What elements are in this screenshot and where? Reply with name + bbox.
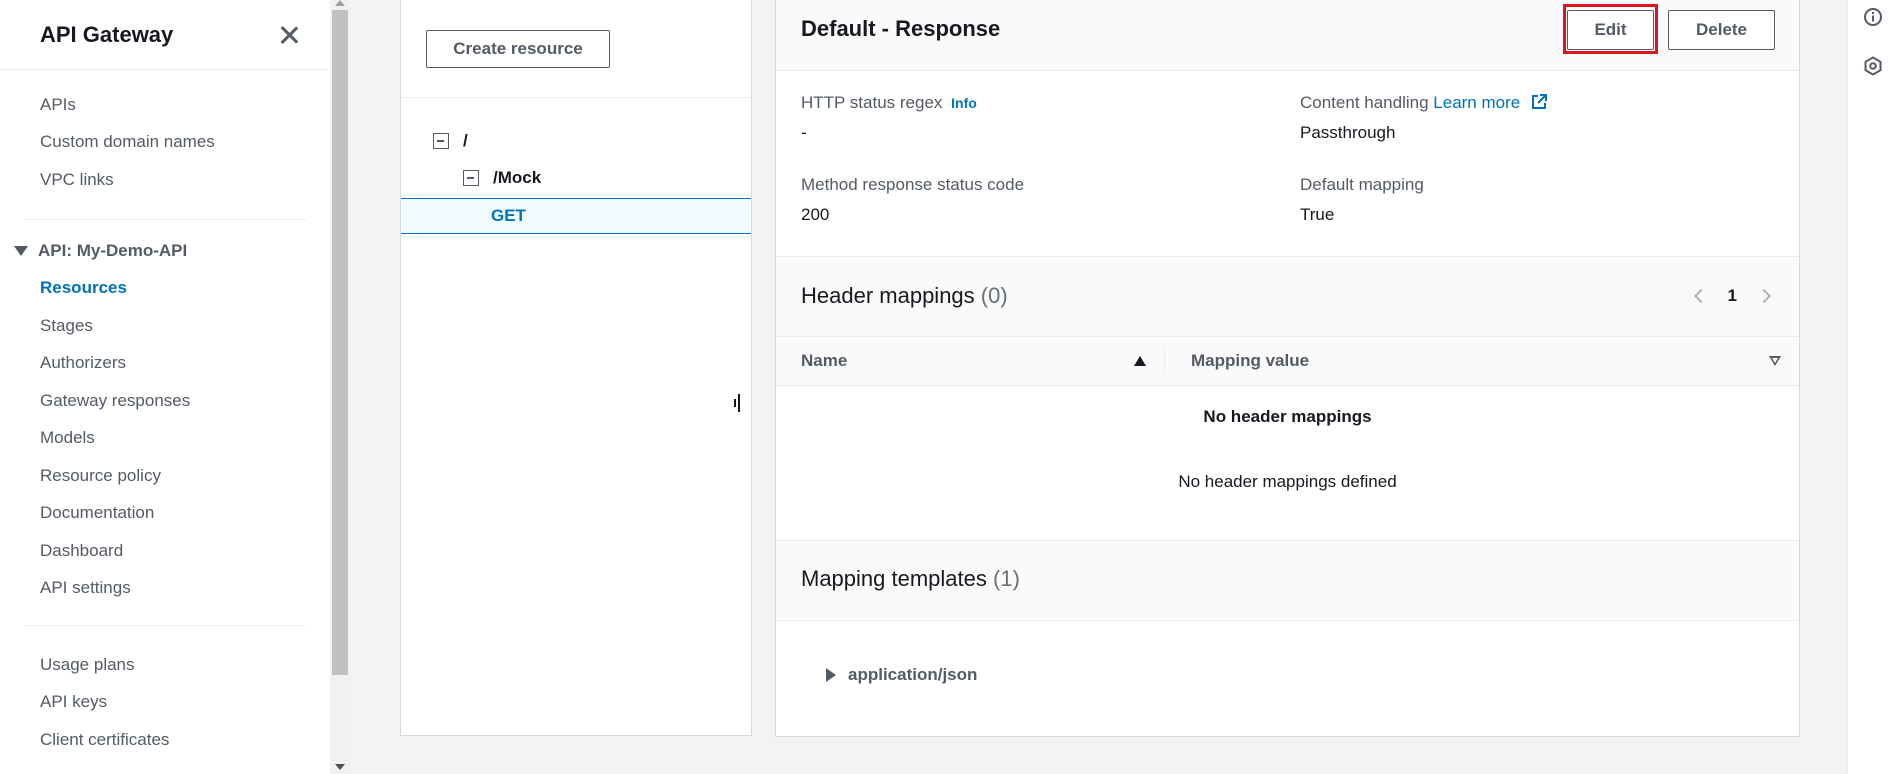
resize-handle-icon[interactable] (734, 394, 740, 412)
header-mappings-title: Header mappings (0) (801, 283, 1008, 309)
http-status-regex-label: HTTP status regex Info (801, 93, 977, 113)
column-header-name[interactable]: Name (801, 351, 847, 371)
sidebar-divider (24, 625, 306, 626)
empty-state-title: No header mappings (1203, 407, 1372, 426)
scroll-thumb[interactable] (332, 10, 348, 675)
table-header: Name Mapping value (776, 337, 1799, 386)
nav-group-main: APIs Custom domain names VPC links (0, 70, 330, 215)
api-section-toggle[interactable]: API: My-Demo-API (0, 232, 330, 270)
sidebar-item-models[interactable]: Models (0, 420, 330, 458)
api-section-label: API: My-Demo-API (38, 240, 188, 260)
chevron-left-icon[interactable] (1693, 288, 1708, 304)
mapping-templates-count: (1) (993, 566, 1020, 591)
learn-more-link[interactable]: Learn more (1433, 93, 1547, 112)
header-mappings-header: Header mappings (0) 1 (776, 256, 1799, 337)
mapping-templates-header: Mapping templates (1) (776, 540, 1799, 621)
nav-group-usage: Usage plans API keys Client certificates (0, 630, 330, 774)
collapse-icon[interactable] (463, 170, 479, 186)
sort-ascending-icon[interactable] (1134, 356, 1146, 366)
page-title: Default - Response (801, 16, 1001, 41)
resource-tree-panel: Create resource / /Mock GET (400, 0, 752, 736)
info-icon[interactable] (1863, 7, 1883, 27)
tree-node-get-method[interactable]: GET (491, 206, 526, 226)
sidebar-item-vpc-links[interactable]: VPC links (0, 161, 330, 199)
page-number[interactable]: 1 (1728, 286, 1737, 306)
caret-down-icon (14, 245, 28, 256)
sort-descending-icon[interactable] (1769, 356, 1781, 366)
sidebar-item-api-keys[interactable]: API keys (0, 684, 330, 722)
sidebar-item-dashboard[interactable]: Dashboard (0, 532, 330, 570)
sidebar: API Gateway APIs Custom domain names VPC… (0, 0, 330, 774)
scroll-up-arrow-icon[interactable] (335, 0, 345, 6)
tree-node-mock[interactable]: /Mock (463, 168, 541, 188)
column-divider[interactable] (1164, 349, 1165, 373)
content-handling-value: Passthrough (1300, 123, 1396, 142)
sidebar-item-authorizers[interactable]: Authorizers (0, 345, 330, 383)
sidebar-item-documentation[interactable]: Documentation (0, 495, 330, 533)
tree-node-label: / (463, 131, 468, 150)
caret-right-icon (826, 668, 836, 682)
nav-group-api: Resources Stages Authorizers Gateway res… (0, 270, 330, 608)
header-mappings-count: (0) (980, 283, 1008, 308)
detail-header: Default - Response Edit Delete (776, 0, 1799, 71)
empty-state-description: No header mappings defined (1178, 472, 1397, 491)
http-status-regex-text: HTTP status regex (801, 93, 943, 112)
delete-button[interactable]: Delete (1668, 10, 1775, 50)
chevron-right-icon[interactable] (1756, 288, 1772, 304)
sidebar-item-usage-plans[interactable]: Usage plans (0, 646, 330, 684)
method-status-value: 200 (801, 205, 830, 224)
sidebar-item-resource-policy[interactable]: Resource policy (0, 457, 330, 495)
settings-hexagon-icon[interactable] (1863, 56, 1883, 76)
close-sidebar-icon[interactable] (276, 22, 302, 48)
sidebar-item-stages[interactable]: Stages (0, 307, 330, 345)
method-status-label: Method response status code (801, 175, 1025, 194)
header-mappings-title-text: Header mappings (801, 283, 975, 308)
pagination: 1 (1693, 286, 1772, 306)
mapping-templates-title: Mapping templates (1) (801, 566, 1020, 592)
sidebar-item-gateway-responses[interactable]: Gateway responses (0, 382, 330, 420)
content-handling-label: Content handling Learn more (1300, 93, 1547, 113)
column-header-mapping-value[interactable]: Mapping value (1191, 351, 1309, 371)
sidebar-scrollbar[interactable] (330, 0, 350, 774)
sidebar-item-apis[interactable]: APIs (0, 86, 330, 124)
default-mapping-label: Default mapping (1300, 175, 1424, 194)
template-expander[interactable]: application/json (826, 665, 977, 685)
sidebar-header: API Gateway (0, 0, 330, 70)
content-handling-text: Content handling (1300, 93, 1429, 112)
sidebar-divider (24, 218, 306, 220)
tree-divider (401, 97, 751, 98)
tree-node-root[interactable]: / (433, 131, 468, 151)
http-status-regex-value: - (801, 123, 807, 142)
create-resource-button[interactable]: Create resource (426, 30, 610, 68)
tree-node-label: /Mock (493, 168, 542, 187)
info-link[interactable]: Info (951, 95, 977, 111)
sidebar-item-custom-domain-names[interactable]: Custom domain names (0, 124, 330, 162)
tree-node-selected-row[interactable] (401, 198, 751, 234)
external-link-icon (1531, 94, 1547, 109)
edit-button[interactable]: Edit (1567, 10, 1654, 50)
learn-more-text: Learn more (1433, 93, 1521, 112)
scroll-down-arrow-icon[interactable] (335, 764, 345, 770)
sidebar-item-client-certificates[interactable]: Client certificates (0, 721, 330, 759)
collapse-icon[interactable] (433, 133, 449, 149)
right-utility-rail (1847, 0, 1897, 774)
sidebar-item-resources[interactable]: Resources (0, 270, 330, 308)
default-mapping-value: True (1300, 205, 1335, 224)
mapping-templates-title-text: Mapping templates (801, 566, 987, 591)
response-detail-panel: Default - Response Edit Delete HTTP stat… (775, 0, 1800, 737)
sidebar-item-api-settings[interactable]: API settings (0, 570, 330, 608)
sidebar-title: API Gateway (40, 21, 174, 47)
template-item-label: application/json (848, 665, 978, 684)
